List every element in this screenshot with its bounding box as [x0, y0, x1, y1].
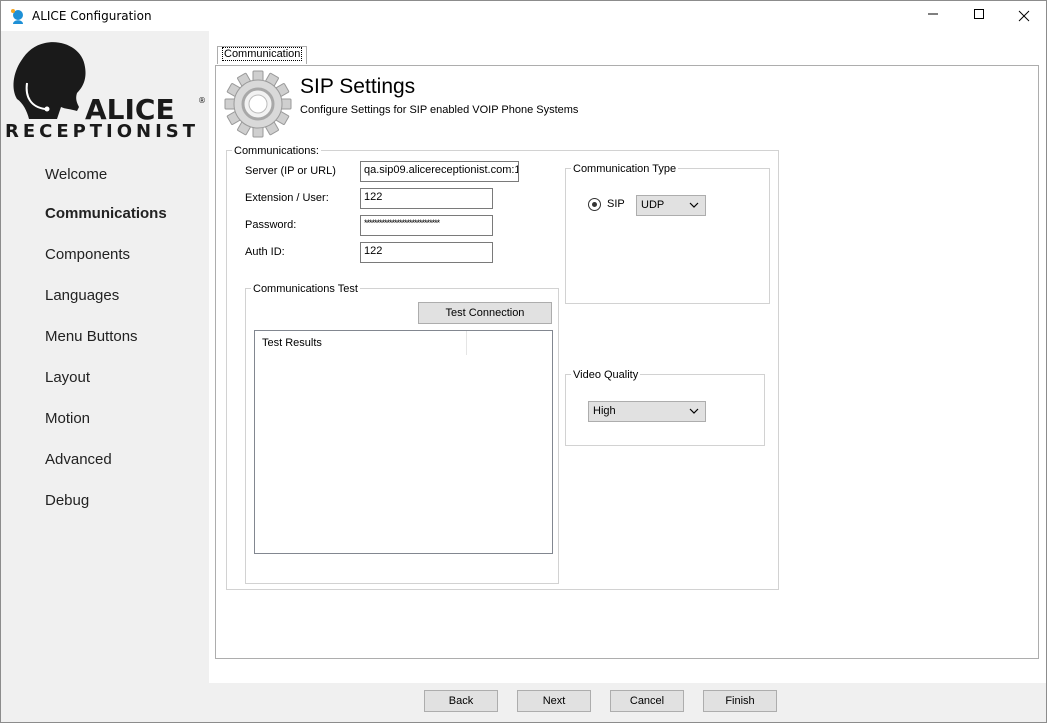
extension-label: Extension / User:	[245, 192, 329, 204]
sip-radio-dot	[592, 202, 597, 207]
video-quality-select[interactable]: High	[588, 401, 706, 422]
gear-icon	[224, 70, 292, 138]
extension-input[interactable]: 122	[360, 188, 493, 209]
sidebar-item-advanced[interactable]: Advanced	[45, 451, 112, 468]
auth-id-label: Auth ID:	[245, 246, 285, 258]
alice-receptionist-logo: ALICE ® RECEPTIONIST	[5, 42, 206, 141]
password-label: Password:	[245, 219, 297, 231]
page-title: SIP Settings	[300, 75, 416, 98]
finish-button[interactable]: Finish	[703, 690, 777, 712]
maximize-button[interactable]	[956, 1, 1002, 31]
video-quality-legend: Video Quality	[571, 368, 641, 382]
sidebar: ALICE ® RECEPTIONIST Welcome Communicati…	[1, 31, 209, 722]
sidebar-item-motion[interactable]: Motion	[45, 410, 90, 427]
test-results-header[interactable]: Test Results	[255, 331, 467, 355]
communications-group: Communications: Server (IP or URL) qa.si…	[226, 144, 779, 590]
communications-legend: Communications:	[232, 144, 321, 158]
close-icon	[1018, 10, 1030, 21]
transport-select-value: UDP	[641, 199, 665, 211]
chevron-down-icon	[689, 408, 699, 414]
sidebar-item-languages[interactable]: Languages	[45, 287, 119, 304]
communications-test-group: Communications Test Test Connection Test…	[245, 282, 559, 584]
chevron-down-icon	[689, 202, 699, 208]
next-button[interactable]: Next	[517, 690, 591, 712]
back-button[interactable]: Back	[424, 690, 498, 712]
cancel-button[interactable]: Cancel	[610, 690, 684, 712]
sidebar-item-layout[interactable]: Layout	[45, 369, 90, 386]
server-label: Server (IP or URL)	[245, 165, 336, 177]
sidebar-item-components[interactable]: Components	[45, 246, 130, 263]
sidebar-item-communications[interactable]: Communications	[45, 205, 167, 222]
minimize-button[interactable]	[910, 1, 956, 31]
tab-communication[interactable]: Communication	[217, 46, 308, 64]
close-button[interactable]	[1001, 1, 1047, 31]
test-results-list[interactable]: Test Results	[254, 330, 553, 554]
page-subtitle: Configure Settings for SIP enabled VOIP …	[300, 104, 579, 116]
password-input[interactable]: ******************************	[360, 215, 493, 236]
tab-panel: SIP Settings Configure Settings for SIP …	[215, 65, 1039, 659]
server-input[interactable]: qa.sip09.alicereceptionist.com:15	[360, 161, 519, 182]
tab-label: Communication	[222, 47, 303, 61]
title-bar: ALICE Configuration	[1, 1, 1046, 31]
minimize-icon	[928, 13, 938, 15]
communication-type-legend: Communication Type	[571, 162, 679, 176]
logo-word-receptionist: RECEPTIONIST	[5, 121, 196, 141]
sidebar-item-debug[interactable]: Debug	[45, 492, 89, 509]
communications-test-legend: Communications Test	[251, 282, 360, 296]
window-title: ALICE Configuration	[32, 9, 152, 23]
transport-select[interactable]: UDP	[636, 195, 706, 216]
video-quality-group: Video Quality High	[565, 368, 765, 446]
sip-radio[interactable]	[588, 198, 601, 211]
alice-app-icon	[11, 9, 23, 24]
communication-type-group: Communication Type SIP UDP	[565, 162, 770, 304]
video-quality-select-value: High	[593, 405, 616, 417]
test-connection-button[interactable]: Test Connection	[418, 302, 552, 324]
auth-id-input[interactable]: 122	[360, 242, 493, 263]
maximize-icon	[974, 9, 984, 19]
app-window: ALICE Configuration ALICE ® RECEPTIONIST…	[0, 0, 1047, 723]
sidebar-item-welcome[interactable]: Welcome	[45, 166, 107, 183]
main-content: Communication SIP Settings Configure Set…	[209, 31, 1046, 683]
sip-radio-label: SIP	[607, 198, 625, 210]
sidebar-item-menu-buttons[interactable]: Menu Buttons	[45, 328, 138, 345]
logo-registered-mark: ®	[198, 96, 206, 105]
